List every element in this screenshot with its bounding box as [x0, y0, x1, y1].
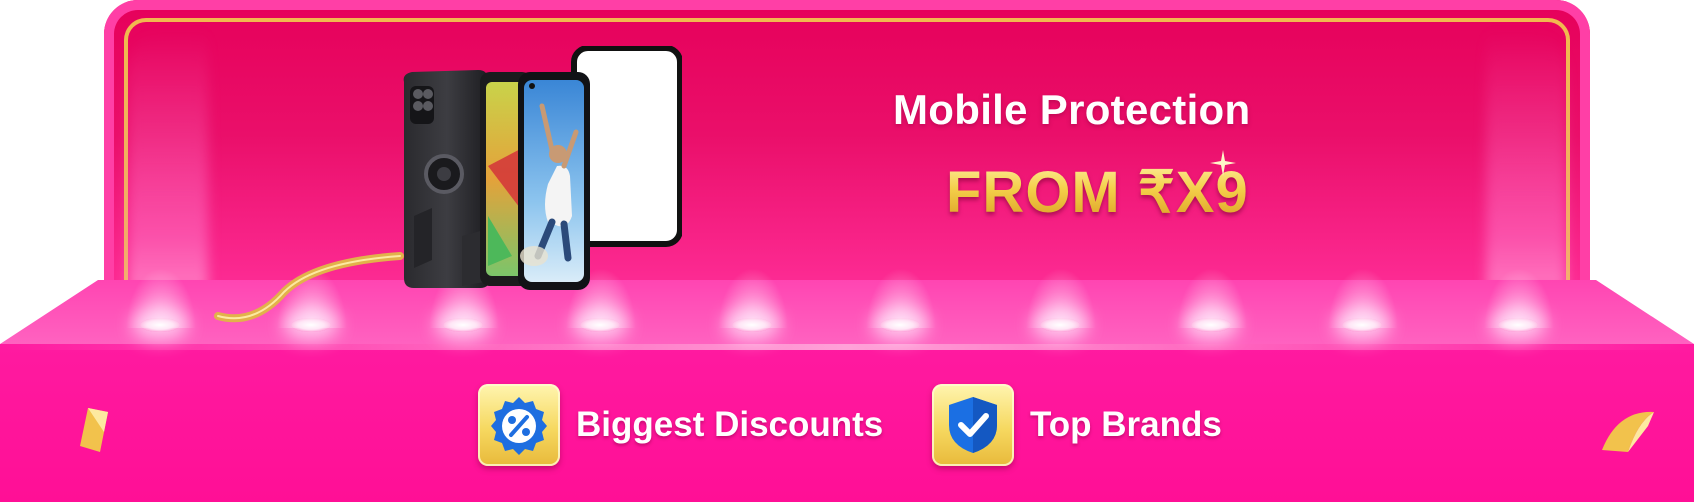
gold-ribbon-icon: [214, 252, 404, 323]
shield-check-icon: [949, 397, 997, 453]
promo-banner[interactable]: Mobile Protection FROM ₹X9 Biggest Disco…: [0, 0, 1694, 502]
feature-label: Biggest Discounts: [576, 405, 884, 444]
spotlight: [1191, 318, 1231, 332]
feature-badge: [478, 384, 560, 466]
feature-label: Top Brands: [1030, 405, 1222, 444]
spotlight: [1342, 318, 1382, 332]
spotlight: [1040, 318, 1080, 332]
spotlight: [1498, 318, 1538, 332]
right-glow: [1486, 30, 1566, 290]
stage-edge-highlight: [0, 344, 1694, 350]
feature-top-brands: Top Brands: [932, 382, 1222, 468]
spotlight: [443, 318, 483, 332]
price-label: FROM ₹X9: [946, 160, 1249, 225]
confetti-ribbon-icon: [1602, 411, 1654, 452]
sparkle-icon: [1210, 150, 1236, 176]
feature-biggest-discounts: Biggest Discounts: [478, 382, 883, 468]
spotlight: [732, 318, 772, 332]
banner-title: Mobile Protection: [893, 86, 1251, 133]
spotlight: [140, 318, 180, 332]
spotlight: [880, 318, 920, 332]
feature-badge: [932, 384, 1014, 466]
confetti-ribbon-icon: [80, 408, 108, 452]
percent-badge-icon: [491, 397, 547, 455]
phone-case-product-image: [403, 46, 682, 290]
left-glow: [128, 30, 208, 290]
spotlight: [580, 318, 620, 332]
